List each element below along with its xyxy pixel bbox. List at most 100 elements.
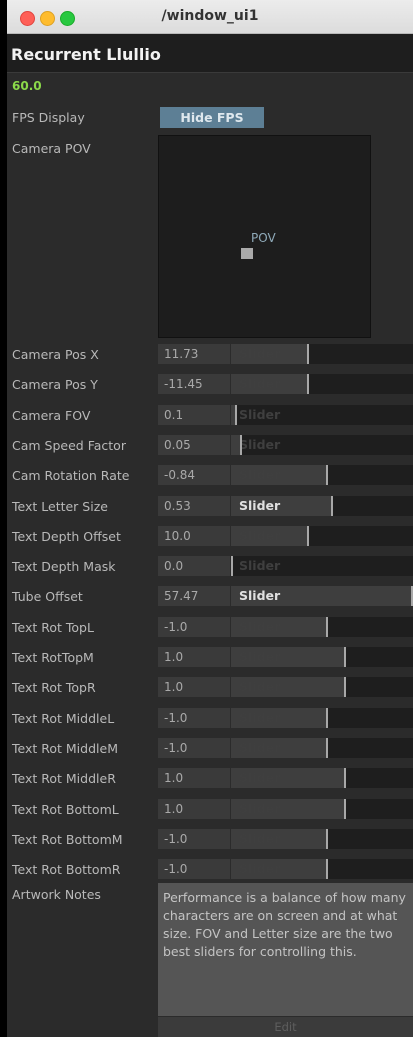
slider-caption: Slider [239, 679, 281, 694]
tube-offset-value-field[interactable]: 57.47 [158, 586, 230, 606]
slider-handle[interactable] [240, 435, 242, 455]
text-rot-bottomr-label: Text Rot BottomR [12, 862, 121, 877]
hide-fps-button[interactable]: Hide FPS [160, 107, 264, 128]
slider-caption: Slider [239, 588, 281, 603]
camera-pov-label: Camera POV [12, 141, 91, 156]
slider-handle[interactable] [326, 859, 328, 879]
text-rot-topr-value-field[interactable]: 1.0 [158, 677, 230, 697]
slider-caption: Slider [239, 831, 281, 846]
slider-caption: Slider [239, 710, 281, 725]
slider-caption: Slider [239, 376, 281, 391]
slider-caption: Slider [239, 437, 281, 452]
text-rottopm-value-field[interactable]: 1.0 [158, 647, 230, 667]
cam-speed-factor-label: Cam Speed Factor [12, 438, 126, 453]
slider-handle[interactable] [235, 405, 237, 425]
text-rot-middlel-value-field[interactable]: -1.0 [158, 708, 230, 728]
text-depth-offset-label: Text Depth Offset [12, 529, 121, 544]
slider-handle[interactable] [344, 768, 346, 788]
title-bar[interactable]: /window_ui1 [7, 0, 413, 34]
slider-caption: Slider [239, 346, 281, 361]
cam-rotation-rate-label: Cam Rotation Rate [12, 468, 130, 483]
text-depth-offset-slider[interactable]: Slider [231, 526, 413, 546]
cam-rotation-rate-value-field[interactable]: -0.84 [158, 465, 230, 485]
text-rot-bottomm-label: Text Rot BottomM [12, 832, 123, 847]
camera-pos-x-label: Camera Pos X [12, 347, 99, 362]
text-rot-bottomm-slider[interactable]: Slider [231, 829, 413, 849]
text-rot-middlel-slider[interactable]: Slider [231, 708, 413, 728]
pov-handle[interactable] [241, 248, 253, 259]
slider-handle[interactable] [326, 465, 328, 485]
camera-fov-value-field[interactable]: 0.1 [158, 405, 230, 425]
slider-handle[interactable] [344, 799, 346, 819]
camera-fov-slider[interactable]: Slider [231, 405, 413, 425]
slider-caption: Slider [239, 528, 281, 543]
text-rot-middlem-value-field[interactable]: -1.0 [158, 738, 230, 758]
text-depth-mask-label: Text Depth Mask [12, 559, 116, 574]
panel-title: Recurrent Llullio [11, 45, 161, 64]
camera-pos-y-label: Camera Pos Y [12, 377, 98, 392]
slider-handle[interactable] [326, 829, 328, 849]
slider-caption: Slider [239, 498, 281, 513]
text-rot-middlem-slider[interactable]: Slider [231, 738, 413, 758]
slider-caption: Slider [239, 801, 281, 816]
slider-handle[interactable] [307, 374, 309, 394]
text-rot-bottomr-slider[interactable]: Slider [231, 859, 413, 879]
text-rot-topr-label: Text Rot TopR [12, 680, 96, 695]
slider-caption: Slider [239, 407, 281, 422]
text-rot-middler-label: Text Rot MiddleR [12, 771, 116, 786]
text-depth-mask-value-field[interactable]: 0.0 [158, 556, 230, 576]
slider-handle[interactable] [231, 556, 233, 576]
text-depth-offset-value-field[interactable]: 10.0 [158, 526, 230, 546]
text-rot-topl-slider[interactable]: Slider [231, 617, 413, 637]
text-rot-topr-slider[interactable]: Slider [231, 677, 413, 697]
panel-header: Recurrent Llullio [7, 34, 413, 73]
text-letter-size-label: Text Letter Size [12, 499, 108, 514]
app-window: /window_ui1 Recurrent Llullio 60.0 FPS D… [7, 0, 413, 1037]
text-rot-bottomm-value-field[interactable]: -1.0 [158, 829, 230, 849]
slider-handle[interactable] [326, 738, 328, 758]
text-rottopm-slider[interactable]: Slider [231, 647, 413, 667]
slider-caption: Slider [239, 770, 281, 785]
text-rot-bottoml-label: Text Rot BottomL [12, 802, 119, 817]
slider-caption: Slider [239, 649, 281, 664]
text-rot-bottomr-value-field[interactable]: -1.0 [158, 859, 230, 879]
tube-offset-slider[interactable]: Slider [231, 586, 413, 606]
slider-handle[interactable] [326, 708, 328, 728]
cam-speed-factor-value-field[interactable]: 0.05 [158, 435, 230, 455]
camera-pos-y-value-field[interactable]: -11.45 [158, 374, 230, 394]
slider-handle[interactable] [344, 647, 346, 667]
slider-caption: Slider [239, 861, 281, 876]
fps-display-label: FPS Display [12, 110, 85, 125]
camera-pos-x-slider[interactable]: Slider [231, 344, 413, 364]
slider-handle[interactable] [326, 617, 328, 637]
text-rot-middlel-label: Text Rot MiddleL [12, 711, 115, 726]
slider-handle[interactable] [307, 526, 309, 546]
text-letter-size-value-field[interactable]: 0.53 [158, 496, 230, 516]
text-depth-mask-slider[interactable]: Slider [231, 556, 413, 576]
text-rot-topl-label: Text Rot TopL [12, 620, 94, 635]
text-rot-middler-slider[interactable]: Slider [231, 768, 413, 788]
camera-fov-label: Camera FOV [12, 408, 91, 423]
artwork-notes-text[interactable]: Performance is a balance of how many cha… [158, 883, 413, 1016]
slider-caption: Slider [239, 619, 281, 634]
text-rot-middlem-label: Text Rot MiddleM [12, 741, 118, 756]
edit-button[interactable]: Edit [158, 1017, 413, 1037]
fps-readout: 60.0 [12, 79, 42, 93]
cam-speed-factor-slider[interactable]: Slider [231, 435, 413, 455]
cam-rotation-rate-slider[interactable]: Slider [231, 465, 413, 485]
slider-handle[interactable] [307, 344, 309, 364]
camera-pos-x-value-field[interactable]: 11.73 [158, 344, 230, 364]
text-rot-bottoml-slider[interactable]: Slider [231, 799, 413, 819]
slider-handle[interactable] [331, 496, 333, 516]
pov-marker-label: POV [251, 231, 276, 245]
artwork-notes-label: Artwork Notes [12, 887, 101, 902]
text-rot-topl-value-field[interactable]: -1.0 [158, 617, 230, 637]
tube-offset-label: Tube Offset [12, 589, 83, 604]
camera-pos-y-slider[interactable]: Slider [231, 374, 413, 394]
camera-pov-pad[interactable]: POV [158, 135, 371, 338]
text-rot-middler-value-field[interactable]: 1.0 [158, 768, 230, 788]
text-letter-size-slider[interactable]: Slider [231, 496, 413, 516]
slider-caption: Slider [239, 740, 281, 755]
slider-handle[interactable] [344, 677, 346, 697]
text-rot-bottoml-value-field[interactable]: 1.0 [158, 799, 230, 819]
